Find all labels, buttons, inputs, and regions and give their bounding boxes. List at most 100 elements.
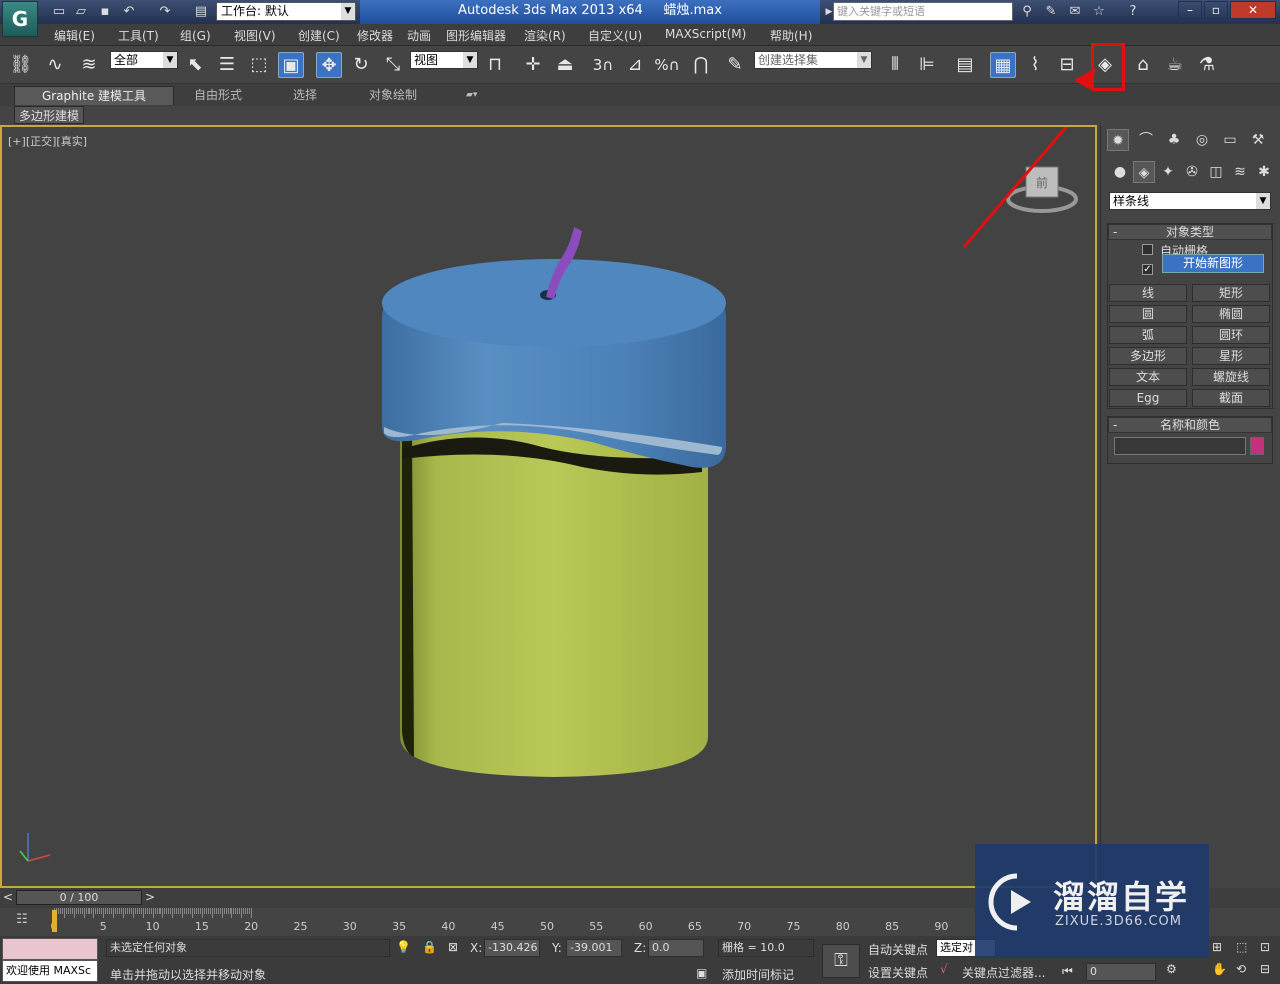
time-slider[interactable]: 0 / 100 [16,890,142,905]
new-icon[interactable]: ▭ [50,3,68,21]
layer-manager-icon[interactable]: ▤ [952,52,978,78]
app-logo-icon[interactable]: G [2,1,38,37]
open-icon[interactable]: ▱ [72,3,90,21]
motion-tab-icon[interactable]: ◎ [1191,129,1213,151]
render-production-icon[interactable]: ⚗ [1194,52,1220,78]
orbit-icon[interactable]: ⟲ [1236,962,1246,976]
manipulate-icon[interactable]: ✛ [520,52,546,78]
pivot-center-icon[interactable]: ⊓ [482,52,508,78]
window-crossing-icon[interactable]: ▣ [278,52,304,78]
subscription-icon[interactable]: ✎ [1042,3,1060,21]
isolate-icon[interactable]: 💡 [396,940,411,954]
select-by-name-icon[interactable]: ☰ [214,52,240,78]
menu-graph-editors[interactable]: 图形编辑器 [446,27,506,44]
help-icon[interactable]: ? [1124,3,1142,21]
key-filters-button[interactable]: 关键点过滤器... [962,964,1045,981]
select-and-move-icon[interactable]: ✥ [316,52,342,78]
keyword-search-input[interactable]: 键入关键字或短语 [833,2,1013,21]
menu-animation[interactable]: 动画 [407,27,431,44]
time-configuration-icon[interactable]: ⚙ [1166,962,1177,976]
cameras-icon[interactable]: ✇ [1181,161,1203,183]
circle-button[interactable]: 圆 [1109,305,1187,323]
select-and-scale-icon[interactable]: ⤡ [380,52,406,78]
z-coordinate-field[interactable]: 0.0 [648,939,704,957]
menu-help[interactable]: 帮助(H) [770,27,812,44]
unlink-icon[interactable]: ∿ [42,52,68,78]
binoculars-icon[interactable]: ⚲ [1018,3,1036,21]
save-icon[interactable]: ▪ [96,3,114,21]
rectangle-button[interactable]: 矩形 [1192,284,1270,302]
redo-icon[interactable]: ↷ [156,3,174,21]
percent-snap-icon[interactable]: %∩ [654,52,680,78]
space-warps-icon[interactable]: ≋ [1229,161,1251,183]
polygon-modeling-tab[interactable]: 多边形建模 [14,106,85,124]
absolute-mode-icon[interactable]: ⊠ [448,940,458,954]
selection-lock-icon[interactable]: 🔒 [422,940,437,954]
current-frame-field[interactable]: 0 [1086,963,1156,981]
link-icon[interactable]: ⛓ [8,52,34,78]
section-button[interactable]: 截面 [1192,389,1270,407]
keyboard-shortcut-override-icon[interactable]: ⏏ [552,52,578,78]
menu-tools[interactable]: 工具(T) [118,27,159,44]
mirror-icon[interactable]: ⫴ [882,52,908,78]
curve-editor-icon[interactable]: ⌇ [1022,52,1048,78]
current-time-marker[interactable] [52,910,57,932]
edit-named-selection-icon[interactable]: ✎ [722,52,748,78]
menu-group[interactable]: 组(G) [180,27,211,44]
utilities-tab-icon[interactable]: ⚒ [1247,129,1269,151]
align-icon[interactable]: ⊫ [914,52,940,78]
workspace-dropdown[interactable]: 工作台: 默认 ▼ [216,2,356,21]
tab-graphite-modeling[interactable]: Graphite 建模工具 [14,86,174,105]
project-folder-icon[interactable]: ▤ [192,3,210,21]
modify-tab-icon[interactable]: ⌒ [1135,129,1157,151]
star-button[interactable]: 星形 [1192,347,1270,365]
zoom-extents-all-icon[interactable]: ⊡ [1260,940,1270,954]
text-button[interactable]: 文本 [1109,368,1187,386]
set-key-button[interactable]: 设置关键点 [868,964,928,981]
reference-coordinate-dropdown[interactable]: 视图 ▼ [410,51,478,69]
minimize-button[interactable]: – [1178,1,1202,19]
line-button[interactable]: 线 [1109,284,1187,302]
selection-filter-dropdown[interactable]: 全部 ▼ [110,51,178,69]
add-time-tag[interactable]: 添加时间标记 [722,966,794,983]
favorites-star-icon[interactable]: ☆ [1090,3,1108,21]
communication-icon[interactable]: ✉ [1066,3,1084,21]
pan-icon[interactable]: ✋ [1212,962,1227,976]
named-selection-dropdown[interactable]: 创建选择集 ▼ [754,51,872,69]
create-tab-icon[interactable]: ✹ [1107,129,1129,151]
viewcube[interactable]: 前 [1006,166,1078,213]
ribbon-options-icon[interactable]: ▰▾ [458,86,485,105]
helix-button[interactable]: 螺旋线 [1192,368,1270,386]
systems-icon[interactable]: ✱ [1253,161,1275,183]
go-to-start-icon[interactable]: ⏮ [1062,964,1073,979]
maximize-button[interactable]: ▫ [1204,1,1228,19]
set-key-icon[interactable]: ⚿ [822,944,860,978]
autogrid-checkbox[interactable] [1142,244,1153,255]
x-coordinate-field[interactable]: -130.426 [484,939,540,957]
maximize-viewport-icon[interactable]: ⊟ [1260,962,1270,976]
tab-freeform[interactable]: 自由形式 [186,86,250,105]
auto-key-button[interactable]: 自动关键点 [868,941,928,958]
snaps-toggle-icon[interactable]: 3∩ [590,52,616,78]
tab-selection[interactable]: 选择 [285,86,325,105]
angle-snap-icon[interactable]: ⊿ [622,52,648,78]
ellipse-button[interactable]: 椭圆 [1192,305,1270,323]
ngon-button[interactable]: 多边形 [1109,347,1187,365]
viewport-front[interactable]: [+][正交][真实] 前 [0,125,1097,888]
menu-edit[interactable]: 编辑(E) [54,27,95,44]
donut-button[interactable]: 圆环 [1192,326,1270,344]
start-new-shape-button[interactable]: 开始新图形 [1162,254,1264,273]
candle-body[interactable] [400,427,708,777]
arc-button[interactable]: 弧 [1109,326,1187,344]
object-type-header[interactable]: - 对象类型 [1108,224,1272,240]
tab-object-paint[interactable]: 对象绘制 [361,86,425,105]
menu-customize[interactable]: 自定义(U) [588,27,642,44]
time-prev-arrow[interactable]: < [3,890,13,904]
helpers-icon[interactable]: ◫ [1205,161,1227,183]
y-coordinate-field[interactable]: -39.001 [566,939,622,957]
object-color-swatch[interactable] [1250,437,1264,455]
start-new-shape-checkbox[interactable]: ✓ [1142,264,1153,275]
menu-rendering[interactable]: 渲染(R) [524,27,566,44]
menu-create[interactable]: 创建(C) [298,27,340,44]
maxscript-mini-listener[interactable]: 欢迎使用 MAXSc [2,960,98,982]
